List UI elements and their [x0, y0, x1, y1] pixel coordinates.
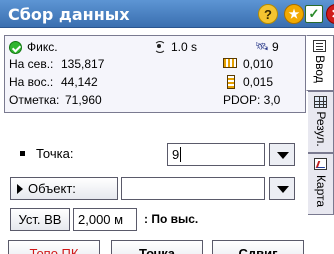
- check-icon[interactable]: ✓: [305, 5, 323, 23]
- latency-value: 1.0 s: [171, 40, 198, 54]
- object-code-input[interactable]: [121, 177, 265, 200]
- satellite-count: 9: [272, 40, 279, 54]
- fix-label: Фикс.: [27, 40, 58, 54]
- help-icon[interactable]: ?: [258, 4, 278, 24]
- object-button-label: Объект:: [28, 181, 76, 196]
- vertical-precision-value: 0,015: [243, 75, 274, 89]
- north-label: На сев.:: [9, 57, 54, 71]
- antenna-height-button[interactable]: Уст. ВВ: [10, 208, 70, 231]
- horizontal-precision-value: 0,010: [243, 57, 274, 71]
- text-caret: [180, 147, 182, 162]
- tab-map[interactable]: Карта: [308, 153, 334, 215]
- tab-results-label: Резул.: [313, 111, 328, 147]
- vertical-precision-icon: [227, 75, 235, 89]
- fix-status-icon: [9, 41, 22, 54]
- topo-button[interactable]: Топо ПК: [8, 240, 100, 254]
- satellite-icon: 🛰: [255, 41, 269, 53]
- grid-icon: [314, 96, 327, 108]
- offset-button[interactable]: Сдвиг: [212, 240, 304, 254]
- pdop-value: PDOP: 3,0: [223, 93, 281, 107]
- point-label: Точка:: [36, 146, 74, 161]
- north-value: 135,817: [61, 57, 105, 71]
- elevation-value: 71,960: [65, 93, 102, 107]
- point-dropdown-button[interactable]: [269, 143, 295, 166]
- elevation-label: Отметка:: [9, 93, 60, 107]
- form-icon: [313, 40, 326, 52]
- point-name-value: 9: [172, 147, 180, 162]
- tab-map-label: Карта: [313, 175, 328, 208]
- measure-point-button[interactable]: Точка: [111, 240, 203, 254]
- expand-arrow-icon: [17, 183, 23, 194]
- map-icon: [314, 158, 327, 170]
- tab-input[interactable]: Ввод: [306, 35, 334, 91]
- tab-results[interactable]: Резул.: [308, 91, 334, 153]
- required-bullet-icon: [20, 151, 25, 156]
- window-title: Сбор данных: [8, 5, 130, 24]
- east-label: На вос.:: [9, 75, 54, 89]
- close-icon[interactable]: ✕: [326, 4, 334, 24]
- radio-link-icon: [153, 41, 166, 53]
- antenna-height-input[interactable]: 2,000 м: [73, 208, 137, 231]
- east-value: 44,142: [61, 75, 98, 89]
- horizontal-precision-icon: [223, 58, 237, 68]
- object-dropdown-button[interactable]: [269, 177, 295, 200]
- star-icon[interactable]: ★: [284, 4, 304, 24]
- object-button[interactable]: Объект:: [10, 177, 118, 200]
- gnss-status-panel: Фикс. 1.0 s 🛰 9 На сев.: 135,817 0,010 Н…: [4, 35, 306, 113]
- tab-input-label: Ввод: [313, 55, 327, 84]
- measure-method-label: : По выс.: [144, 212, 199, 226]
- point-name-input[interactable]: 9: [167, 143, 265, 166]
- title-bar: Сбор данных ? ★ ✓ ✕: [0, 0, 334, 28]
